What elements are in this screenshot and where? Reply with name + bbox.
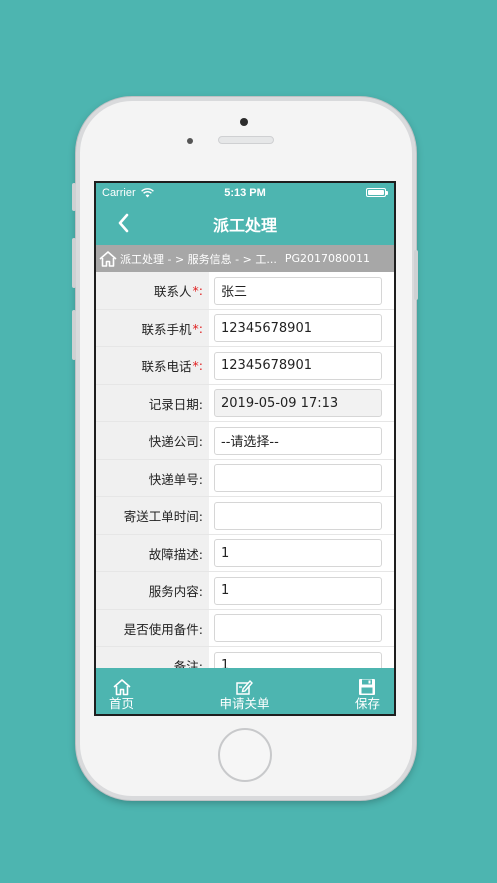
carrier-label: Carrier bbox=[102, 186, 136, 199]
field-value-cell: 12345678901 bbox=[209, 310, 394, 348]
wifi-icon bbox=[140, 187, 154, 197]
form-row: 联系手机 *: 12345678901 bbox=[96, 309, 394, 348]
form-row: 联系人 *: 张三 bbox=[96, 272, 394, 310]
tab-home[interactable]: 首页 bbox=[109, 668, 134, 714]
tab-close-request-label: 申请关单 bbox=[219, 696, 270, 711]
field-input[interactable]: 1 bbox=[214, 539, 382, 568]
form-row: 记录日期: 2019-05-09 17:13 bbox=[96, 384, 394, 423]
form-row: 服务内容: 1 bbox=[96, 572, 394, 610]
home-icon bbox=[112, 679, 131, 696]
back-chevron-icon[interactable] bbox=[112, 211, 136, 235]
edit-document-icon bbox=[236, 679, 254, 695]
field-label-text: 是否使用备件: bbox=[123, 621, 203, 637]
field-value-cell: 张三 bbox=[209, 272, 394, 310]
home-icon[interactable] bbox=[98, 250, 118, 268]
nav-bar: 派工处理 bbox=[96, 202, 394, 245]
field-value-cell: 1 bbox=[209, 647, 394, 670]
field-value-cell: 2019-05-09 17:13 bbox=[209, 385, 394, 423]
front-camera bbox=[240, 118, 248, 126]
field-label-text: 联系人 bbox=[154, 284, 192, 300]
required-marker: *: bbox=[192, 283, 203, 299]
field-input[interactable] bbox=[214, 614, 382, 643]
field-value-cell: 1 bbox=[209, 572, 394, 610]
field-label: 寄送工单时间: bbox=[96, 497, 209, 535]
required-marker: *: bbox=[192, 320, 203, 336]
field-value-cell bbox=[209, 460, 394, 498]
tab-save[interactable]: 保存 bbox=[355, 668, 380, 714]
field-input[interactable] bbox=[214, 464, 382, 493]
power-button bbox=[414, 250, 418, 300]
volume-up-button bbox=[72, 238, 76, 288]
field-label: 联系手机 *: bbox=[96, 309, 209, 347]
field-label-text: 联系手机 bbox=[141, 321, 192, 337]
field-input[interactable]: 张三 bbox=[214, 276, 382, 305]
field-value-cell bbox=[209, 610, 394, 648]
order-number: PG2017080011 bbox=[284, 252, 370, 265]
status-bar: Carrier 5:13 PM bbox=[96, 183, 394, 202]
form-row: 是否使用备件: bbox=[96, 609, 394, 648]
field-label-text: 快递单号: bbox=[148, 471, 203, 487]
tab-home-label: 首页 bbox=[109, 696, 135, 711]
mute-switch bbox=[72, 183, 76, 211]
form-row: 备注: 1 bbox=[96, 647, 394, 670]
field-label: 联系人 *: bbox=[96, 272, 209, 310]
form-row: 故障描述: 1 bbox=[96, 534, 394, 573]
proximity-sensor bbox=[187, 138, 193, 144]
field-label-text: 快递公司: bbox=[148, 434, 203, 450]
field-label-text: 记录日期: bbox=[148, 396, 203, 412]
tab-close-request[interactable]: 申请关单 bbox=[219, 668, 270, 714]
field-label: 快递公司: bbox=[96, 422, 209, 460]
volume-down-button bbox=[72, 310, 76, 360]
field-label-text: 服务内容: bbox=[148, 584, 203, 600]
field-label: 备注: bbox=[96, 647, 209, 670]
field-value-cell: 12345678901 bbox=[209, 347, 394, 385]
bottom-tab-bar: 首页 申请关单 保存 bbox=[96, 668, 394, 714]
field-input: 2019-05-09 17:13 bbox=[214, 389, 382, 418]
form-row: 寄送工单时间: bbox=[96, 497, 394, 535]
field-label: 服务内容: bbox=[96, 572, 209, 610]
breadcrumb-path[interactable]: 派工处理 - > 服务信息 - > 工... bbox=[120, 251, 277, 267]
field-label-text: 故障描述: bbox=[148, 546, 203, 562]
field-label-text: 联系电话 bbox=[141, 359, 192, 375]
field-input[interactable] bbox=[214, 501, 382, 530]
field-value-cell bbox=[209, 497, 394, 535]
form-row: 快递公司: --请选择-- bbox=[96, 422, 394, 460]
breadcrumb: 派工处理 - > 服务信息 - > 工... PG2017080011 bbox=[96, 245, 394, 272]
service-form: 联系人 *: 张三 联系手机 *: 12345678901 联系电话 *: 1234567890… bbox=[96, 272, 394, 670]
tab-save-label: 保存 bbox=[354, 696, 380, 711]
field-label: 记录日期: bbox=[96, 384, 209, 422]
page-title: 派工处理 bbox=[212, 215, 277, 235]
field-label: 故障描述: bbox=[96, 534, 209, 572]
field-input[interactable]: 1 bbox=[214, 576, 382, 605]
required-marker: *: bbox=[192, 358, 203, 374]
field-label-text: 寄送工单时间: bbox=[123, 509, 203, 525]
battery-icon bbox=[366, 188, 388, 197]
field-value-cell: 1 bbox=[209, 535, 394, 573]
home-button[interactable] bbox=[218, 728, 272, 782]
form-row: 快递单号: bbox=[96, 459, 394, 498]
field-input[interactable]: --请选择-- bbox=[214, 426, 382, 455]
earpiece-speaker bbox=[218, 136, 274, 144]
floppy-disk-icon bbox=[359, 679, 376, 695]
field-label: 联系电话 *: bbox=[96, 347, 209, 385]
field-value-cell: --请选择-- bbox=[209, 422, 394, 460]
app-screen: Carrier 5:13 PM 派工处理 派工处理 - > 服务信息 - > 工… bbox=[94, 181, 396, 716]
field-input[interactable]: 12345678901 bbox=[214, 314, 382, 343]
form-row: 联系电话 *: 12345678901 bbox=[96, 347, 394, 385]
field-input[interactable]: 12345678901 bbox=[214, 351, 382, 380]
field-label: 快递单号: bbox=[96, 459, 209, 497]
field-label: 是否使用备件: bbox=[96, 609, 209, 647]
